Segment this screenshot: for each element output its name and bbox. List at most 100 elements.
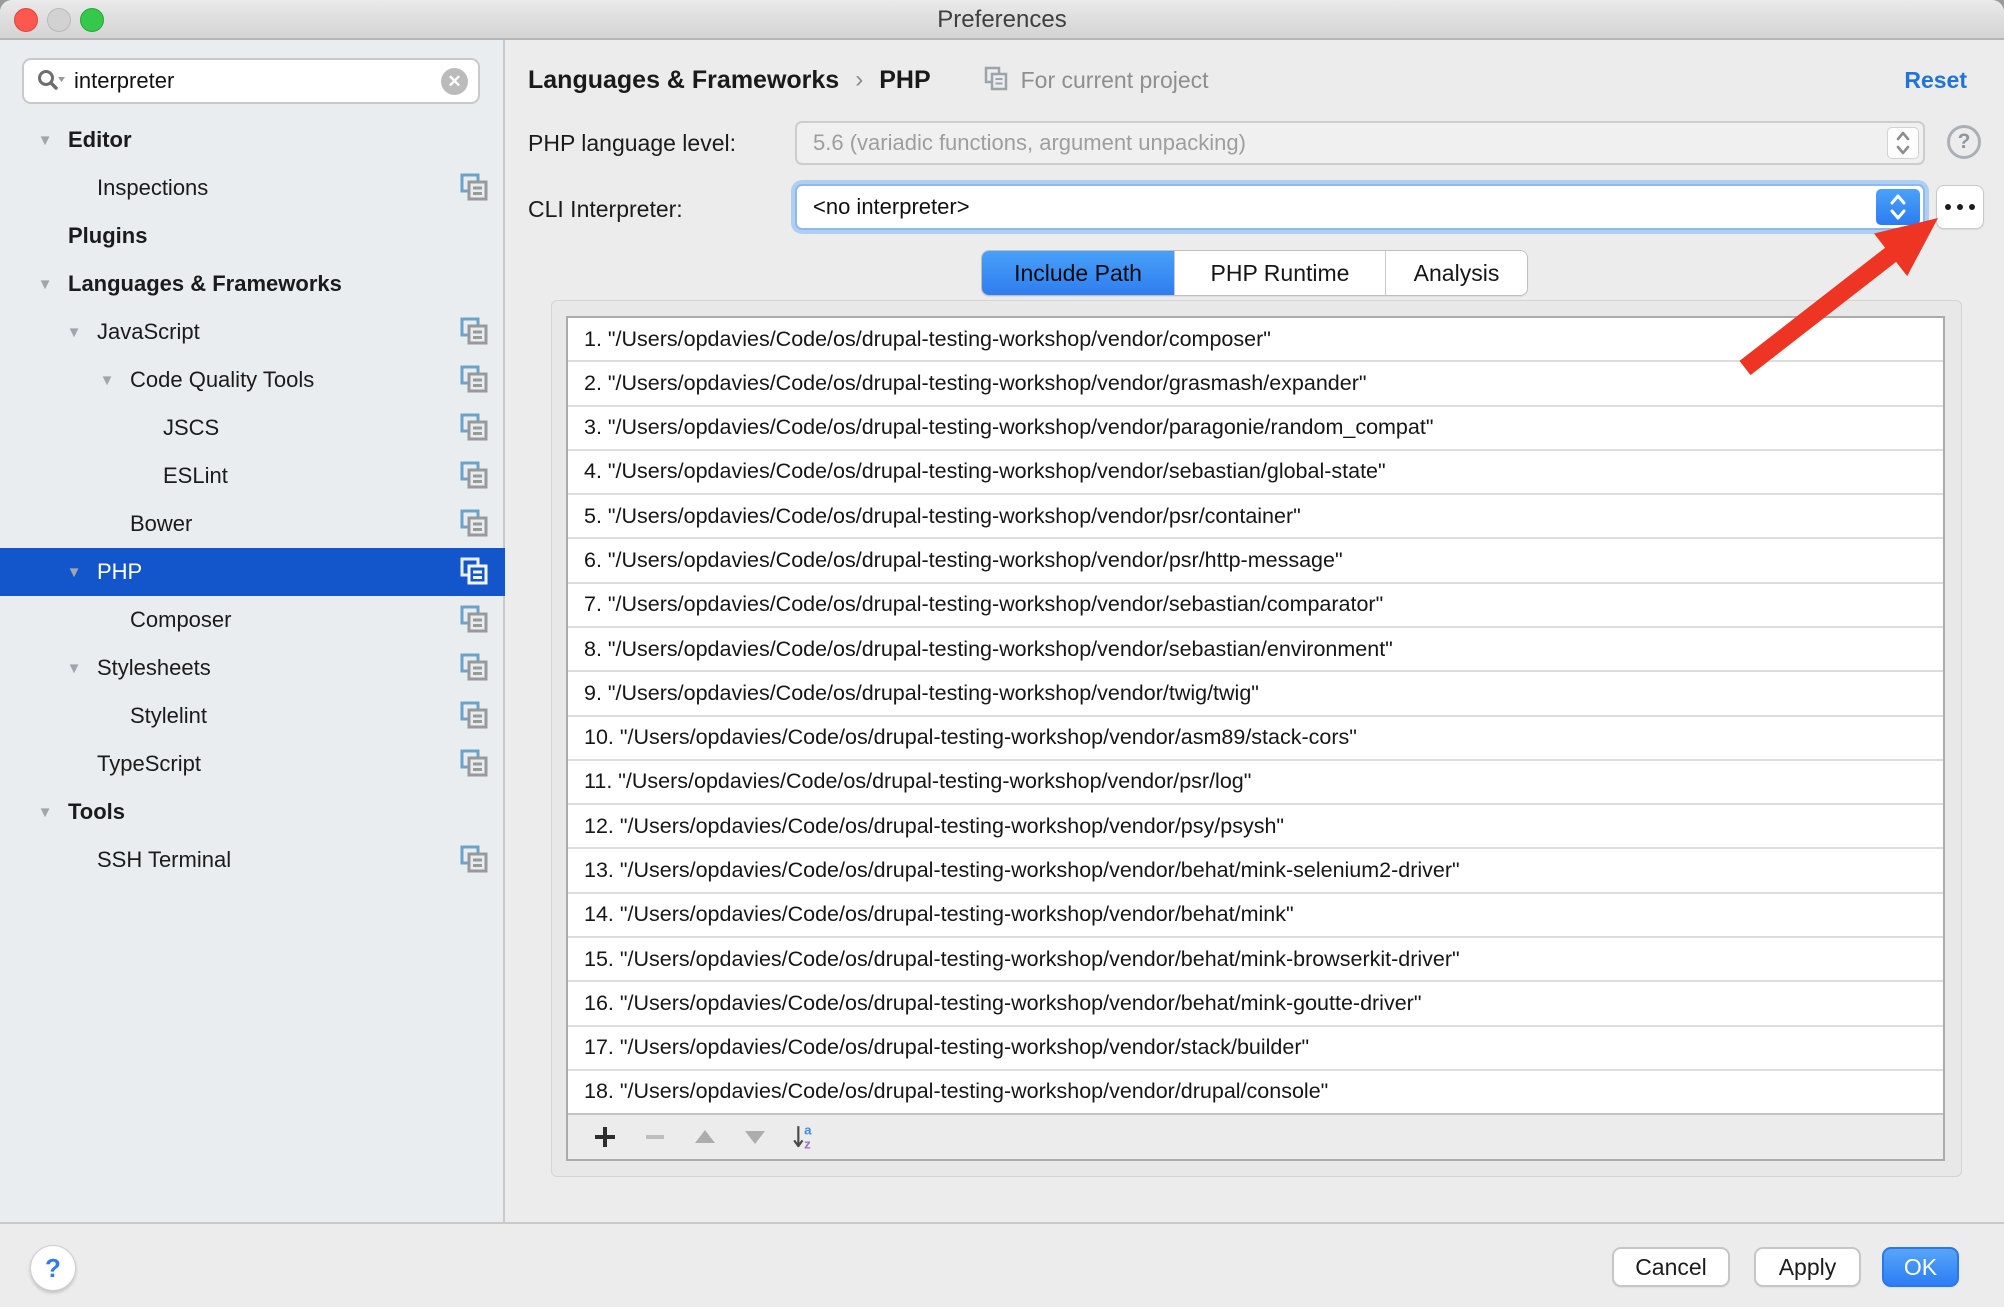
sidebar-item-label: JSCS <box>163 415 457 441</box>
cancel-button[interactable]: Cancel <box>1612 1247 1730 1287</box>
language-level-label: PHP language level: <box>528 130 736 157</box>
svg-text:a: a <box>804 1123 812 1138</box>
sidebar-item-label: Composer <box>130 607 457 633</box>
sidebar-item-plugins[interactable]: ▼ Plugins <box>0 212 505 260</box>
include-path-text: 18. "/Users/opdavies/Code/os/drupal-test… <box>584 1079 1328 1104</box>
include-path-text: 12. "/Users/opdavies/Code/os/drupal-test… <box>584 814 1284 839</box>
chevron-down-icon[interactable]: ▼ <box>97 372 117 389</box>
language-level-value: 5.6 (variadic functions, argument unpack… <box>813 130 1923 156</box>
chevron-down-icon[interactable]: ▼ <box>35 132 55 149</box>
tab-analysis[interactable]: Analysis <box>1386 251 1527 295</box>
sort-alphabetically-button[interactable]: a z <box>790 1122 820 1152</box>
include-path-row[interactable]: 6. "/Users/opdavies/Code/os/drupal-testi… <box>568 539 1943 583</box>
sidebar-item-label: Code Quality Tools <box>130 367 457 393</box>
title-bar: Preferences <box>0 0 2004 40</box>
tab-include-path[interactable]: Include Path <box>982 251 1175 295</box>
sidebar-item-label: Stylelint <box>130 703 457 729</box>
stepper-icon[interactable] <box>1876 189 1920 225</box>
sidebar-item-javascript[interactable]: ▼ JavaScript <box>0 308 505 356</box>
include-path-row[interactable]: 9. "/Users/opdavies/Code/os/drupal-testi… <box>568 672 1943 716</box>
sidebar-item-languages-frameworks[interactable]: ▼ Languages & Frameworks <box>0 260 505 308</box>
sidebar-item-jscs[interactable]: ▼ JSCS <box>0 404 505 452</box>
include-path-row[interactable]: 5. "/Users/opdavies/Code/os/drupal-testi… <box>568 495 1943 539</box>
move-down-button[interactable] <box>740 1122 770 1152</box>
sidebar-item-code-quality-tools[interactable]: ▼ Code Quality Tools <box>0 356 505 404</box>
sidebar-item-composer[interactable]: ▼ Composer <box>0 596 505 644</box>
include-path-row[interactable]: 2. "/Users/opdavies/Code/os/drupal-testi… <box>568 362 1943 406</box>
include-path-row[interactable]: 11. "/Users/opdavies/Code/os/drupal-test… <box>568 761 1943 805</box>
include-path-row[interactable]: 15. "/Users/opdavies/Code/os/drupal-test… <box>568 938 1943 982</box>
include-path-row[interactable]: 10. "/Users/opdavies/Code/os/drupal-test… <box>568 717 1943 761</box>
sidebar-item-inspections[interactable]: ▼ Inspections <box>0 164 505 212</box>
shared-settings-icon <box>457 555 491 589</box>
include-path-row[interactable]: 3. "/Users/opdavies/Code/os/drupal-testi… <box>568 407 1943 451</box>
browse-interpreters-button[interactable] <box>1936 185 1984 229</box>
reset-link[interactable]: Reset <box>1904 62 1967 98</box>
include-path-row[interactable]: 14. "/Users/opdavies/Code/os/drupal-test… <box>568 894 1943 938</box>
shared-settings-icon <box>457 603 491 637</box>
include-path-row[interactable]: 12. "/Users/opdavies/Code/os/drupal-test… <box>568 805 1943 849</box>
settings-sidebar: ✕ ▼ Editor ▼ Inspections <box>0 40 505 1222</box>
stepper-icon[interactable] <box>1887 127 1919 159</box>
chevron-down-icon[interactable]: ▼ <box>64 660 84 677</box>
chevron-down-icon[interactable]: ▼ <box>35 276 55 293</box>
include-path-row[interactable]: 18. "/Users/opdavies/Code/os/drupal-test… <box>568 1071 1943 1113</box>
chevron-down-icon[interactable]: ▼ <box>64 324 84 341</box>
include-path-text: 10. "/Users/opdavies/Code/os/drupal-test… <box>584 725 1357 750</box>
sidebar-item-stylesheets[interactable]: ▼ Stylesheets <box>0 644 505 692</box>
settings-tree: ▼ Editor ▼ Inspections ▼ <box>0 116 505 884</box>
ellipsis-icon <box>1957 204 1963 210</box>
ok-button[interactable]: OK <box>1882 1247 1959 1287</box>
chevron-down-icon[interactable]: ▼ <box>35 804 55 821</box>
shared-settings-icon <box>457 315 491 349</box>
context-help-icon[interactable]: ? <box>1947 125 1981 159</box>
include-path-text: 15. "/Users/opdavies/Code/os/drupal-test… <box>584 947 1460 972</box>
sidebar-item-eslint[interactable]: ▼ ESLint <box>0 452 505 500</box>
clear-search-icon[interactable]: ✕ <box>441 68 468 95</box>
sidebar-item-php[interactable]: ▼ PHP <box>0 548 505 596</box>
include-path-text: 6. "/Users/opdavies/Code/os/drupal-testi… <box>584 548 1343 573</box>
sidebar-item-bower[interactable]: ▼ Bower <box>0 500 505 548</box>
include-path-row[interactable]: 8. "/Users/opdavies/Code/os/drupal-testi… <box>568 628 1943 672</box>
include-path-text: 16. "/Users/opdavies/Code/os/drupal-test… <box>584 991 1421 1016</box>
help-button[interactable]: ? <box>30 1245 76 1291</box>
include-path-row[interactable]: 1. "/Users/opdavies/Code/os/drupal-testi… <box>568 318 1943 362</box>
shared-settings-icon <box>457 699 491 733</box>
remove-path-button[interactable] <box>640 1122 670 1152</box>
sidebar-item-tools[interactable]: ▼ Tools <box>0 788 505 836</box>
include-path-text: 5. "/Users/opdavies/Code/os/drupal-testi… <box>584 504 1301 529</box>
sidebar-item-label: Stylesheets <box>97 655 457 681</box>
sidebar-item-label: Editor <box>68 127 457 153</box>
include-path-row[interactable]: 13. "/Users/opdavies/Code/os/drupal-test… <box>568 849 1943 893</box>
tab-php-runtime[interactable]: PHP Runtime <box>1175 251 1386 295</box>
chevron-down-icon[interactable]: ▼ <box>64 564 84 581</box>
apply-button[interactable]: Apply <box>1754 1247 1861 1287</box>
sidebar-item-editor[interactable]: ▼ Editor <box>0 116 505 164</box>
include-path-text: 9. "/Users/opdavies/Code/os/drupal-testi… <box>584 681 1259 706</box>
cli-interpreter-label: CLI Interpreter: <box>528 196 683 223</box>
include-path-list: 1. "/Users/opdavies/Code/os/drupal-testi… <box>568 318 1943 1113</box>
move-up-button[interactable] <box>690 1122 720 1152</box>
include-path-row[interactable]: 4. "/Users/opdavies/Code/os/drupal-testi… <box>568 451 1943 495</box>
sidebar-item-label: ESLint <box>163 463 457 489</box>
include-path-row[interactable]: 17. "/Users/opdavies/Code/os/drupal-test… <box>568 1027 1943 1071</box>
include-path-text: 1. "/Users/opdavies/Code/os/drupal-testi… <box>584 327 1271 352</box>
include-path-row[interactable]: 7. "/Users/opdavies/Code/os/drupal-testi… <box>568 584 1943 628</box>
preferences-window: Preferences ✕ ▼ Editor <box>0 0 2004 1307</box>
search-input[interactable] <box>72 67 441 95</box>
include-path-text: 11. "/Users/opdavies/Code/os/drupal-test… <box>584 769 1251 794</box>
shared-settings-icon <box>457 363 491 397</box>
sidebar-item-typescript[interactable]: ▼ TypeScript <box>0 740 505 788</box>
add-path-button[interactable] <box>590 1122 620 1152</box>
include-path-text: 3. "/Users/opdavies/Code/os/drupal-testi… <box>584 415 1433 440</box>
shared-settings-icon <box>457 171 491 205</box>
include-path-row[interactable]: 16. "/Users/opdavies/Code/os/drupal-test… <box>568 982 1943 1026</box>
include-path-text: 7. "/Users/opdavies/Code/os/drupal-testi… <box>584 592 1383 617</box>
sidebar-item-label: PHP <box>97 559 457 585</box>
window-title: Preferences <box>0 0 2004 40</box>
cli-interpreter-combo[interactable]: <no interpreter> <box>795 184 1925 230</box>
sidebar-item-ssh-terminal[interactable]: ▼ SSH Terminal <box>0 836 505 884</box>
language-level-dropdown[interactable]: 5.6 (variadic functions, argument unpack… <box>795 121 1925 165</box>
settings-search-box[interactable]: ✕ <box>22 58 480 104</box>
sidebar-item-stylelint[interactable]: ▼ Stylelint <box>0 692 505 740</box>
